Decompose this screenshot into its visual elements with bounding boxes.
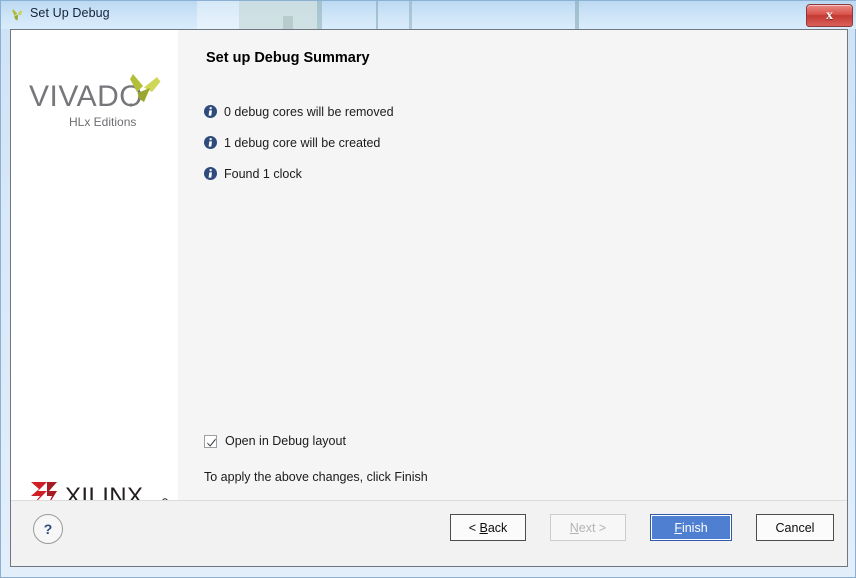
glass-strip — [409, 1, 412, 29]
summary-item: 1 debug core will be created — [204, 127, 764, 158]
dialog-window: Set Up Debug x VIVADO HLx Editions — [0, 0, 856, 578]
next-button: Next > — [550, 514, 626, 541]
close-icon: x — [826, 9, 833, 23]
help-button[interactable]: ? — [33, 514, 63, 544]
glass-strip — [283, 16, 293, 29]
summary-item-label: Found 1 clock — [224, 167, 302, 181]
summary-item: Found 1 clock — [204, 158, 764, 189]
summary-item-label: 1 debug core will be created — [224, 136, 380, 150]
glass-strip — [197, 1, 239, 29]
open-in-debug-layout-label[interactable]: Open in Debug layout — [225, 434, 346, 448]
summary-item-label: 0 debug cores will be removed — [224, 105, 394, 119]
glass-strip — [239, 1, 317, 29]
vivado-butterfly-icon — [9, 7, 25, 23]
info-icon — [204, 136, 217, 149]
back-button[interactable]: < Back — [450, 514, 526, 541]
finish-button[interactable]: Finish — [650, 514, 732, 541]
close-button[interactable]: x — [806, 4, 853, 27]
finish-button-inner: Finish — [651, 515, 731, 540]
svg-text:VIVADO: VIVADO — [29, 80, 143, 113]
glass-strip — [317, 1, 322, 29]
title-bar: Set Up Debug x — [1, 1, 856, 29]
page-title: Set up Debug Summary — [206, 50, 370, 66]
button-bar: ? < Back Next > Finish Cancel — [11, 500, 847, 567]
open-in-debug-layout-row[interactable]: Open in Debug layout — [204, 434, 346, 448]
info-icon — [204, 105, 217, 118]
cancel-button-label: Cancel — [776, 521, 815, 535]
next-button-label: Next > — [570, 521, 606, 535]
apply-hint-text: To apply the above changes, click Finish — [204, 470, 428, 484]
dialog-content: VIVADO HLx Editions XILINX — [10, 29, 848, 567]
cancel-button[interactable]: Cancel — [756, 514, 834, 541]
glass-strip — [575, 1, 579, 29]
main-pane: Set up Debug Summary 0 debug cores will … — [178, 30, 847, 500]
glass-strip — [376, 1, 378, 29]
branding-sidebar: VIVADO HLx Editions XILINX — [11, 30, 178, 500]
back-button-label: < Back — [469, 521, 508, 535]
window-title: Set Up Debug — [30, 6, 110, 20]
finish-button-label: Finish — [674, 521, 707, 535]
vivado-logo: VIVADO HLx Editions — [27, 72, 169, 134]
question-mark-icon: ? — [44, 522, 53, 536]
open-in-debug-layout-checkbox[interactable] — [204, 435, 217, 448]
svg-text:HLx Editions: HLx Editions — [69, 115, 136, 129]
summary-item: 0 debug cores will be removed — [204, 96, 764, 127]
info-icon — [204, 167, 217, 180]
summary-list: 0 debug cores will be removed 1 debug co… — [204, 96, 764, 189]
dialog-body: VIVADO HLx Editions XILINX — [11, 30, 847, 500]
